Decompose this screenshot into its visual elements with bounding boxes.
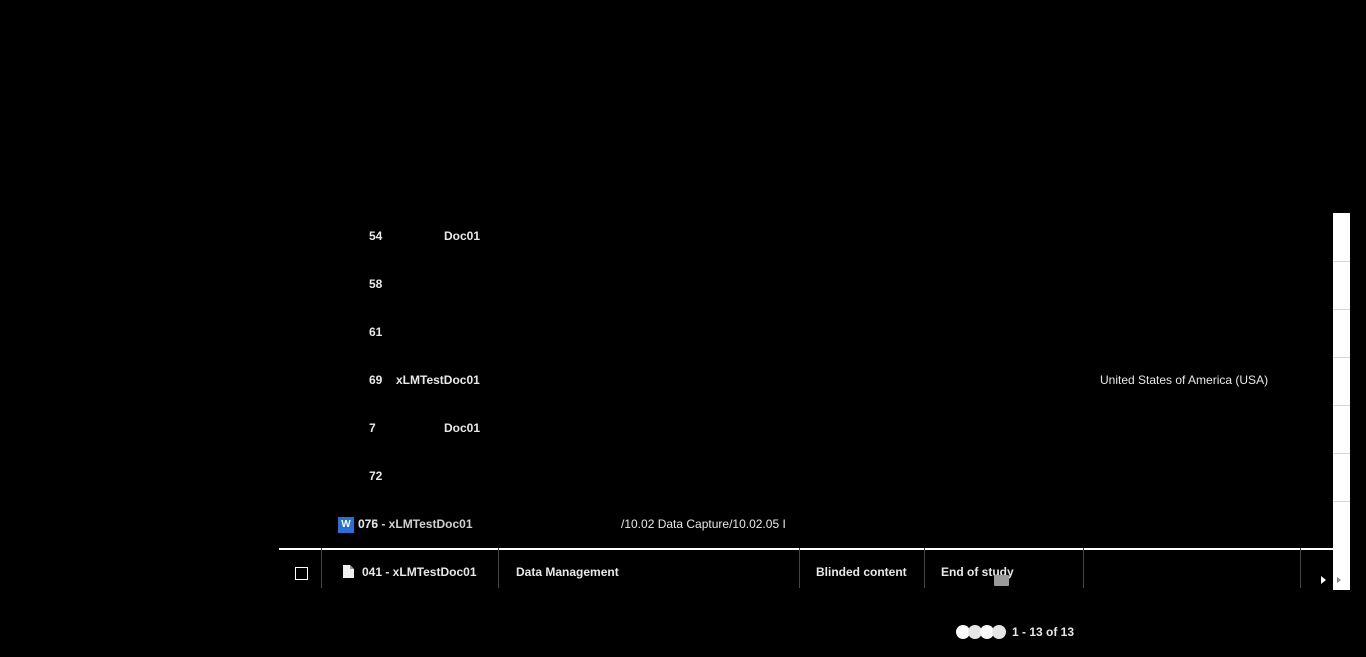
row-number: 54	[369, 229, 383, 243]
word-doc-icon: W	[338, 517, 354, 533]
doc-name[interactable]: xLMTestDoc01	[396, 373, 480, 387]
scroll-right-icon[interactable]	[1321, 576, 1326, 584]
row-number: 58	[369, 277, 383, 291]
row-number: 69	[369, 373, 383, 387]
row-number: 72	[369, 469, 383, 483]
country-cell: United States of America (USA)	[1100, 373, 1269, 387]
row-separator	[279, 548, 1333, 550]
folder-path: /10.02 Data Capture/10.02.05 I	[621, 517, 786, 531]
blinding-cell: Blinded content	[816, 565, 907, 579]
doc-name: Doc01	[444, 229, 481, 243]
drag-handle[interactable]	[994, 575, 1009, 586]
column-divider	[1300, 548, 1301, 588]
file-icon	[343, 565, 354, 578]
vertical-scrollbar[interactable]	[1333, 213, 1350, 590]
column-divider	[321, 548, 322, 588]
last-page-button[interactable]	[992, 625, 1006, 639]
row-number-overlay: 075	[358, 517, 379, 531]
row-number: 61	[369, 325, 383, 339]
doc-name: Doc01	[444, 421, 481, 435]
column-divider	[924, 548, 925, 588]
row-number: 7	[369, 421, 376, 435]
doc-name-link[interactable]: 041 - xLMTestDoc01	[362, 565, 477, 579]
row-checkbox[interactable]	[295, 567, 308, 580]
column-divider	[799, 548, 800, 588]
pager-range: 1 - 13 of 13	[1012, 625, 1075, 639]
column-divider	[498, 548, 499, 588]
department-cell: Data Management	[516, 565, 619, 579]
column-divider	[1083, 548, 1084, 588]
pagination	[956, 624, 1006, 640]
scroll-right-small-icon[interactable]	[1337, 577, 1341, 583]
